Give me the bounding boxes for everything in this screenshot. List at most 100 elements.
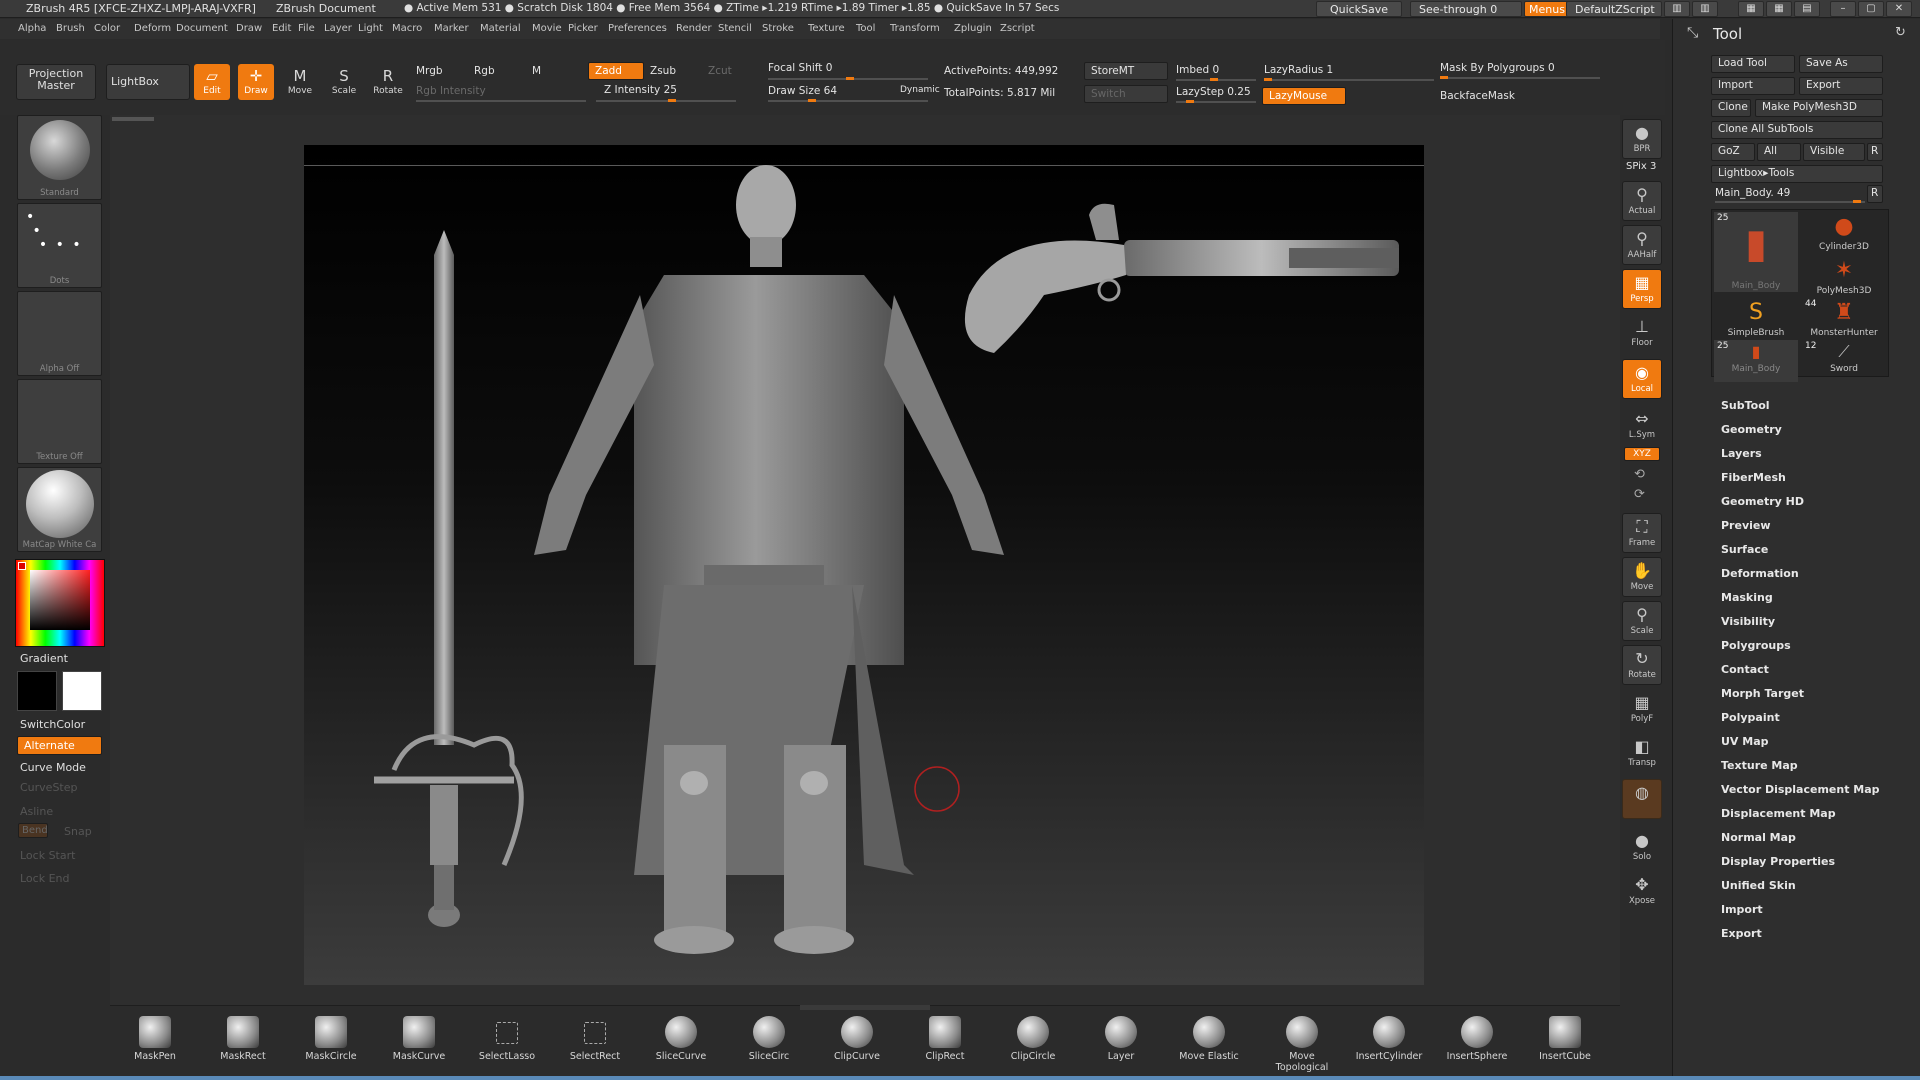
imbed-handle[interactable] (1210, 78, 1218, 81)
maskpen-brush[interactable]: MaskPen (120, 1016, 190, 1076)
rotate-axis-icon[interactable]: ⟲ (1634, 467, 1645, 482)
mrgb-button[interactable]: Mrgb (416, 65, 443, 77)
menu-item[interactable]: Marker (434, 23, 469, 34)
scale-button[interactable]: S Scale (326, 64, 362, 100)
rotate-button[interactable]: R Rotate (370, 64, 406, 100)
layout-icon[interactable]: ▦ (1738, 1, 1764, 17)
menu-item[interactable]: Brush (56, 23, 85, 34)
current-tool-slider[interactable]: Main_Body. 49 (1715, 187, 1790, 199)
cliprect-brush[interactable]: ClipRect (910, 1016, 980, 1076)
imbed-slider[interactable]: Imbed 0 (1176, 64, 1219, 76)
shelf-collapse-handle[interactable] (800, 1005, 930, 1010)
subpalette-subtool[interactable]: SubTool (1721, 399, 1770, 412)
move-button[interactable]: M Move (282, 64, 318, 100)
lazystep-handle[interactable] (1186, 100, 1194, 103)
slicecurve-brush[interactable]: SliceCurve (646, 1016, 716, 1076)
color-saturation-square[interactable] (30, 570, 90, 630)
menu-item[interactable]: Texture (808, 23, 845, 34)
tool-thumb-polymesh3d[interactable]: ✶ PolyMesh3D (1802, 256, 1886, 298)
edit-button[interactable]: ▱ Edit (194, 64, 230, 100)
subpalette-geometry-hd[interactable]: Geometry HD (1721, 495, 1804, 508)
clipcircle-brush[interactable]: ClipCircle (998, 1016, 1068, 1076)
subpalette-polypaint[interactable]: Polypaint (1721, 711, 1780, 724)
maximize-icon[interactable]: ▢ (1858, 1, 1884, 17)
subpalette-layers[interactable]: Layers (1721, 447, 1762, 460)
curvestep-slider[interactable]: CurveStep (20, 781, 78, 794)
rgb-intensity-slider[interactable]: Rgb Intensity (416, 85, 486, 97)
selectrect-brush[interactable]: SelectRect (560, 1016, 630, 1076)
switch-color-button[interactable]: SwitchColor (20, 718, 85, 731)
subpalette-morph-target[interactable]: Morph Target (1721, 687, 1804, 700)
subpalette-import[interactable]: Import (1721, 903, 1763, 916)
subpalette-masking[interactable]: Masking (1721, 591, 1773, 604)
menu-item[interactable]: Tool (856, 23, 875, 34)
menu-item[interactable]: Stencil (718, 23, 752, 34)
maskcircle-brush[interactable]: MaskCircle (296, 1016, 366, 1076)
move-topological-brush[interactable]: Move Topological (1262, 1016, 1342, 1076)
menu-item[interactable]: Light (358, 23, 383, 34)
maskcurve-brush[interactable]: MaskCurve (384, 1016, 454, 1076)
menu-item[interactable]: Zscript (1000, 23, 1035, 34)
dynamic-toggle[interactable]: Dynamic (900, 85, 940, 95)
frame-button[interactable]: ⛶ Frame (1622, 513, 1662, 553)
export-button[interactable]: Export (1799, 77, 1883, 95)
subpalette-geometry[interactable]: Geometry (1721, 423, 1782, 436)
xyz-toggle[interactable]: XYZ (1624, 447, 1660, 461)
tool-thumb-main-body[interactable]: 25 ▮ Main_Body (1714, 212, 1798, 292)
current-tool-handle[interactable] (1853, 200, 1861, 203)
clone-button[interactable]: Clone (1711, 99, 1751, 117)
quicksave-button[interactable]: QuickSave (1316, 1, 1402, 17)
close-icon[interactable]: ✕ (1886, 1, 1912, 17)
menu-item[interactable]: Color (94, 23, 120, 34)
zsub-button[interactable]: Zsub (650, 65, 676, 77)
subpalette-display-properties[interactable]: Display Properties (1721, 855, 1835, 868)
subpalette-visibility[interactable]: Visibility (1721, 615, 1775, 628)
slicecirc-brush[interactable]: SliceCirc (734, 1016, 804, 1076)
mask-by-polygroups-slider[interactable]: Mask By Polygroups 0 (1440, 62, 1555, 74)
reset-icon[interactable]: ↻ (1895, 25, 1906, 40)
draw-size-handle[interactable] (808, 99, 816, 102)
lock-end-toggle[interactable]: Lock End (20, 872, 69, 885)
storemt-button[interactable]: StoreMT (1084, 62, 1168, 80)
z-intensity-slider[interactable]: Z Intensity 25 (604, 84, 677, 96)
rotate-view-button[interactable]: ↻ Rotate (1622, 645, 1662, 685)
alternate-toggle[interactable]: Alternate (17, 736, 102, 755)
lightbox-button[interactable]: LightBox (106, 64, 190, 100)
polyf-button[interactable]: ▦ PolyF (1622, 689, 1662, 729)
subpalette-vector-displacement-map[interactable]: Vector Displacement Map (1721, 783, 1880, 796)
goz-all-button[interactable]: All (1757, 143, 1801, 161)
insertcylinder-brush[interactable]: InsertCylinder (1354, 1016, 1424, 1076)
subpalette-preview[interactable]: Preview (1721, 519, 1771, 532)
tool-r-button[interactable]: R (1867, 185, 1883, 203)
lazystep-slider[interactable]: LazyStep 0.25 (1176, 86, 1251, 98)
alpha-picker[interactable]: Alpha Off (17, 291, 102, 376)
lazyradius-handle[interactable] (1264, 78, 1272, 81)
subpalette-unified-skin[interactable]: Unified Skin (1721, 879, 1796, 892)
subpalette-surface[interactable]: Surface (1721, 543, 1768, 556)
menu-item[interactable]: Transform (890, 23, 940, 34)
zadd-button[interactable]: Zadd (588, 62, 644, 80)
subpalette-fibermesh[interactable]: FiberMesh (1721, 471, 1786, 484)
goz-r-button[interactable]: R (1867, 143, 1883, 161)
color-picker[interactable] (15, 559, 105, 647)
lazyradius-slider[interactable]: LazyRadius 1 (1264, 64, 1333, 76)
stroke-picker[interactable]: • • • • • Dots (17, 203, 102, 288)
secondary-color-swatch[interactable] (62, 671, 102, 711)
goz-visible-button[interactable]: Visible (1803, 143, 1865, 161)
actual-button[interactable]: ⚲ Actual (1622, 181, 1662, 221)
ghost-button[interactable]: ◍ (1622, 779, 1662, 819)
bpr-button[interactable]: ● BPR (1622, 119, 1662, 159)
subpalette-normal-map[interactable]: Normal Map (1721, 831, 1796, 844)
menu-item[interactable]: Macro (392, 23, 422, 34)
insertcube-brush[interactable]: InsertCube (1530, 1016, 1600, 1076)
transp-button[interactable]: ◧ Transp (1622, 733, 1662, 773)
texture-picker[interactable]: Texture Off (17, 379, 102, 464)
menu-item[interactable]: Layer (324, 23, 352, 34)
maskrect-brush[interactable]: MaskRect (208, 1016, 278, 1076)
canvas-scroll-handle[interactable] (112, 117, 154, 121)
subpalette-displacement-map[interactable]: Displacement Map (1721, 807, 1836, 820)
subpalette-uv-map[interactable]: UV Map (1721, 735, 1769, 748)
menu-item[interactable]: Picker (568, 23, 598, 34)
mask-by-polygroups-handle[interactable] (1440, 76, 1448, 79)
switch-button[interactable]: Switch (1084, 85, 1168, 103)
